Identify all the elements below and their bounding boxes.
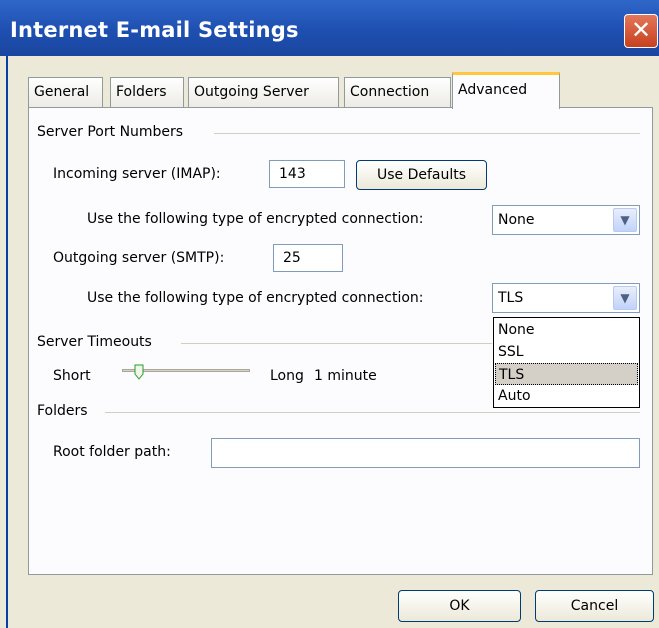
close-button[interactable]: ✕ (624, 14, 658, 48)
timeout-value: 1 minute (314, 368, 377, 384)
port-numbers-group-label: Server Port Numbers (37, 124, 184, 140)
outgoing-port-input[interactable]: 25 (273, 244, 343, 272)
dialog-title: Internet E-mail Settings (10, 18, 299, 42)
title-bar[interactable]: Internet E-mail Settings ✕ (0, 0, 659, 56)
timeout-long-label: Long (270, 368, 304, 384)
slider-thumb[interactable] (134, 364, 144, 380)
group-divider (214, 133, 640, 134)
incoming-server-label: Incoming server (IMAP): (53, 166, 221, 182)
timeout-slider[interactable] (122, 364, 250, 386)
outgoing-encryption-select[interactable]: TLS ▼ (492, 283, 640, 313)
encryption-dropdown-list: None SSL TLS Auto (493, 317, 640, 408)
outgoing-encryption-label: Use the following type of encrypted conn… (87, 290, 424, 306)
tab-outgoing-server[interactable]: Outgoing Server (188, 77, 339, 107)
dropdown-option-ssl[interactable]: SSL (495, 341, 638, 363)
tab-label: Connection (350, 84, 430, 100)
dropdown-option-auto[interactable]: Auto (495, 385, 638, 407)
tab-label: General (34, 84, 90, 100)
ok-button[interactable]: OK (398, 590, 521, 622)
timeouts-group-label: Server Timeouts (37, 334, 152, 350)
incoming-encryption-value: None (498, 212, 535, 228)
close-icon: ✕ (630, 16, 652, 44)
timeout-short-label: Short (53, 368, 91, 384)
folders-group-label: Folders (37, 403, 88, 419)
outgoing-server-label: Outgoing server (SMTP): (53, 250, 225, 266)
dialog-window: Internet E-mail Settings ✕ General Folde… (0, 0, 659, 628)
use-defaults-button[interactable]: Use Defaults (356, 160, 487, 190)
group-divider (181, 343, 492, 344)
tab-label: Folders (116, 84, 167, 100)
tab-label: Advanced (458, 82, 528, 98)
tab-connection[interactable]: Connection (344, 77, 451, 107)
outgoing-encryption-value: TLS (498, 290, 524, 306)
group-divider (105, 412, 640, 413)
incoming-port-input[interactable]: 143 (269, 160, 345, 188)
cancel-button[interactable]: Cancel (535, 590, 654, 622)
chevron-down-icon[interactable]: ▼ (613, 286, 637, 310)
incoming-encryption-select[interactable]: None ▼ (492, 205, 640, 235)
tab-label: Outgoing Server (194, 84, 309, 100)
tab-advanced[interactable]: Advanced (452, 72, 560, 109)
tab-folders[interactable]: Folders (110, 77, 184, 107)
dropdown-option-tls[interactable]: TLS (495, 363, 638, 385)
root-folder-input[interactable] (211, 438, 640, 468)
chevron-down-icon[interactable]: ▼ (613, 208, 637, 232)
incoming-encryption-label: Use the following type of encrypted conn… (87, 211, 424, 227)
root-folder-label: Root folder path: (53, 444, 171, 460)
dropdown-option-none[interactable]: None (495, 319, 638, 341)
tab-general[interactable]: General (28, 77, 103, 107)
